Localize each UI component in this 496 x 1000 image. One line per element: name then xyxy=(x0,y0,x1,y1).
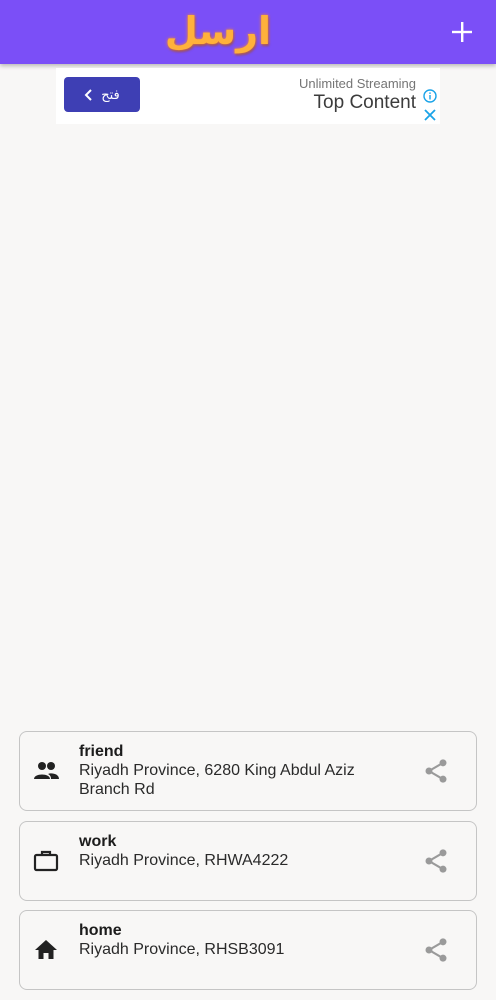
address-line: Riyadh Province, RHSB3091 xyxy=(79,941,285,958)
address-name: home xyxy=(79,922,122,939)
ad-banner[interactable]: فتح Unlimited Streaming Top Content xyxy=(56,68,440,124)
ad-open-button[interactable]: فتح xyxy=(64,77,140,112)
address-text: home Riyadh Province, RHSB3091 xyxy=(79,921,379,959)
briefcase-icon xyxy=(33,850,59,872)
address-line: Riyadh Province, RHWA4222 xyxy=(79,852,289,869)
address-name: work xyxy=(79,833,117,850)
address-line: Riyadh Province, 6280 King Abdul Aziz Br… xyxy=(79,762,355,798)
app-bar: ارسل xyxy=(0,0,496,64)
address-text: friend Riyadh Province, 6280 King Abdul … xyxy=(79,742,379,799)
address-name: friend xyxy=(79,743,124,760)
share-icon[interactable] xyxy=(422,847,450,875)
people-icon xyxy=(34,762,59,779)
address-text: work Riyadh Province, RHWA4222 xyxy=(79,832,379,870)
info-icon[interactable] xyxy=(423,89,437,103)
share-icon[interactable] xyxy=(422,936,450,964)
home-icon xyxy=(35,940,57,959)
address-card-friend[interactable]: friend Riyadh Province, 6280 King Abdul … xyxy=(19,731,477,811)
address-card-home[interactable]: home Riyadh Province, RHSB3091 xyxy=(19,910,477,990)
plus-icon xyxy=(452,22,472,42)
close-icon[interactable] xyxy=(423,108,437,122)
app-logo: ارسل xyxy=(164,9,272,53)
address-card-work[interactable]: work Riyadh Province, RHWA4222 xyxy=(19,821,477,901)
ad-subtitle: Unlimited Streaming xyxy=(298,76,416,91)
chevron-left-icon xyxy=(84,88,92,101)
ad-open-button-label: فتح xyxy=(101,86,120,102)
add-address-button[interactable] xyxy=(444,14,480,50)
ad-title: Top Content xyxy=(313,92,416,113)
share-icon[interactable] xyxy=(422,757,450,785)
